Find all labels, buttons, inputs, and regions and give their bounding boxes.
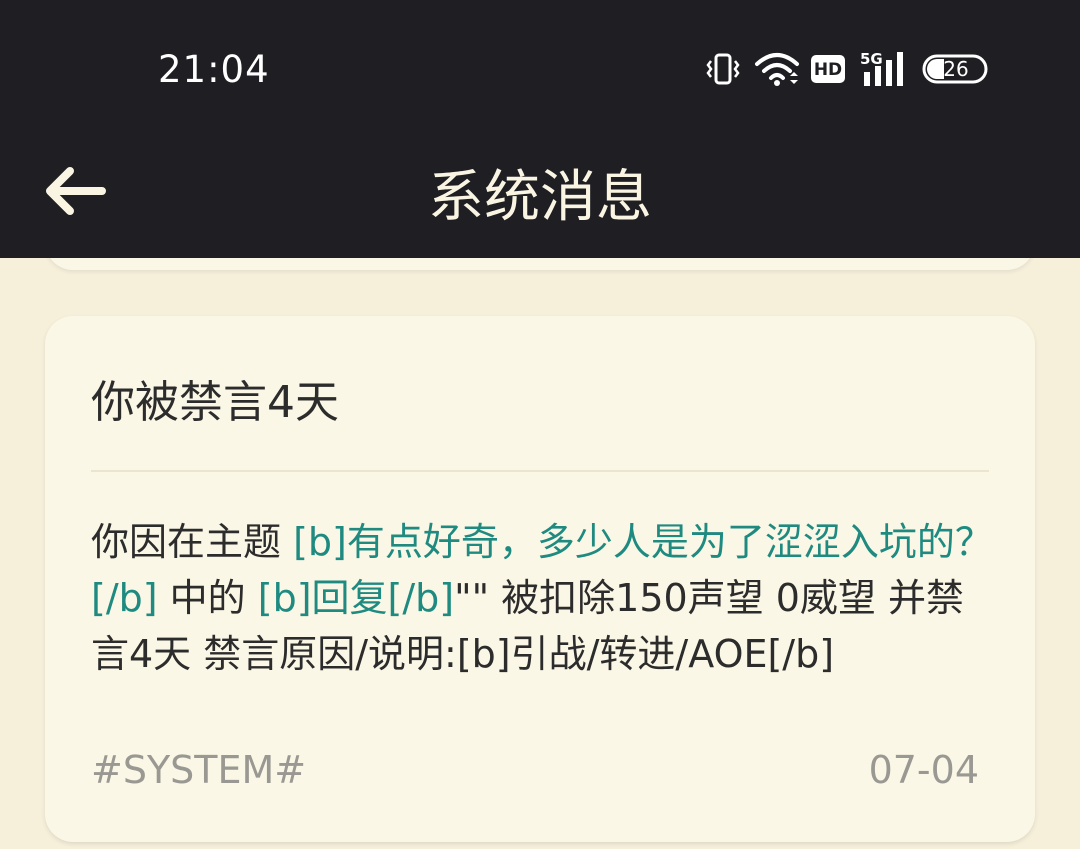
status-bar: 21:04 HD 5G 26	[0, 0, 1080, 130]
app-toolbar: 系统消息	[0, 130, 1080, 258]
signal-5g-icon: 5G	[860, 50, 903, 86]
message-body-middle: 中的	[157, 576, 258, 620]
reply-link[interactable]: [b]回复[/b]	[258, 576, 454, 620]
page-title: 系统消息	[428, 165, 652, 230]
hd-icon: HD	[811, 55, 845, 83]
battery-icon: 26	[922, 54, 988, 84]
message-body: 你因在主题 [b]有点好奇，多少人是为了涩涩入坑的？[/b] 中的 [b]回复[…	[91, 514, 1001, 682]
svg-text:5G: 5G	[860, 50, 883, 68]
message-body-prefix: 你因在主题	[91, 520, 294, 564]
message-sender: #SYSTEM#	[91, 748, 307, 792]
status-time: 21:04	[158, 48, 270, 91]
message-card[interactable]: 你被禁言4天 你因在主题 [b]有点好奇，多少人是为了涩涩入坑的？[/b] 中的…	[45, 316, 1035, 842]
message-date: 07-04	[868, 748, 979, 792]
svg-text:HD: HD	[814, 60, 842, 80]
status-icons: HD 5G 26	[700, 46, 1000, 92]
message-title: 你被禁言4天	[91, 377, 339, 428]
svg-text:26: 26	[943, 57, 968, 81]
vibrate-icon	[706, 53, 740, 85]
wifi-icon	[755, 53, 799, 86]
divider	[91, 470, 989, 472]
